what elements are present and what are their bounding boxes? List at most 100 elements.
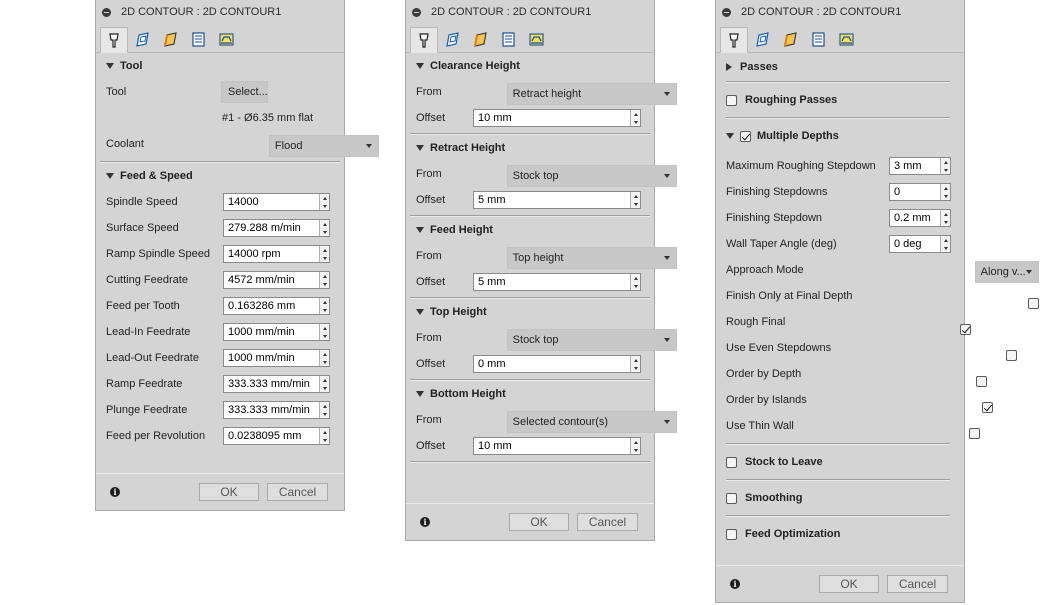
- option-checkbox[interactable]: [1027, 297, 1039, 309]
- feed-row: Cutting Feedrate 4572 mm/min: [96, 267, 344, 293]
- section-tool-header[interactable]: Tool: [96, 53, 344, 79]
- numeric-input[interactable]: 0.163286 mm: [223, 297, 330, 315]
- spinner[interactable]: [319, 272, 329, 288]
- numeric-input[interactable]: 333.333 mm/min: [223, 375, 330, 393]
- tab-tool[interactable]: [100, 27, 128, 53]
- roughing-passes-toggle[interactable]: Roughing Passes: [716, 83, 964, 117]
- spinner[interactable]: [630, 438, 640, 454]
- numeric-input[interactable]: 1000 mm/min: [223, 349, 330, 367]
- collapse-dialog-icon[interactable]: [102, 7, 111, 17]
- numeric-input[interactable]: 0 mm: [473, 355, 641, 373]
- tab-heights[interactable]: [156, 26, 184, 52]
- collapse-dialog-icon[interactable]: [722, 7, 731, 17]
- smoothing-toggle[interactable]: Smoothing: [716, 481, 964, 515]
- numeric-input[interactable]: 0.0238095 mm: [223, 427, 330, 445]
- option-checkbox[interactable]: [968, 427, 980, 439]
- ok-button[interactable]: OK: [819, 575, 879, 593]
- spinner[interactable]: [319, 350, 329, 366]
- spinner[interactable]: [630, 110, 640, 126]
- ok-button[interactable]: OK: [199, 483, 259, 501]
- finishing-stepdowns-input[interactable]: 0: [889, 183, 951, 201]
- roughing-passes-checkbox[interactable]: [726, 94, 737, 106]
- ok-button[interactable]: OK: [509, 513, 569, 531]
- numeric-input[interactable]: 14000: [223, 193, 330, 211]
- option-checkbox[interactable]: [1006, 349, 1018, 361]
- numeric-input[interactable]: 10 mm: [473, 109, 641, 127]
- from-dropdown[interactable]: Retract height: [506, 83, 677, 105]
- coolant-dropdown[interactable]: Flood: [268, 135, 379, 157]
- spinner[interactable]: [319, 376, 329, 392]
- tab-tool[interactable]: [410, 27, 438, 53]
- info-icon[interactable]: i: [730, 579, 740, 589]
- collapse-dialog-icon[interactable]: [412, 7, 421, 17]
- spinner[interactable]: [630, 356, 640, 372]
- spinner[interactable]: [630, 274, 640, 290]
- section-passes-header[interactable]: Passes: [716, 53, 964, 81]
- spinner[interactable]: [319, 402, 329, 418]
- height-section-header[interactable]: Clearance Height: [406, 53, 654, 79]
- field-value: 1000 mm/min: [228, 326, 295, 338]
- from-dropdown[interactable]: Top height: [506, 247, 677, 269]
- option-checkbox[interactable]: [960, 323, 972, 335]
- multiple-depths-checkbox[interactable]: [740, 130, 751, 142]
- spinner[interactable]: [319, 246, 329, 262]
- tab-geometry[interactable]: [128, 26, 156, 52]
- select-tool-button[interactable]: Select...: [221, 81, 268, 103]
- tab-linking[interactable]: [212, 26, 240, 52]
- numeric-input[interactable]: 14000 rpm: [223, 245, 330, 263]
- spinner[interactable]: [319, 324, 329, 340]
- tab-heights[interactable]: [776, 26, 804, 52]
- info-icon[interactable]: i: [110, 487, 120, 497]
- tab-geometry[interactable]: [438, 26, 466, 52]
- numeric-input[interactable]: 10 mm: [473, 437, 641, 455]
- stock-to-leave-checkbox[interactable]: [726, 456, 737, 468]
- height-section-header[interactable]: Retract Height: [406, 135, 654, 161]
- approach-mode-dropdown[interactable]: Along v...: [974, 261, 1039, 283]
- spinner[interactable]: [940, 236, 950, 252]
- numeric-input[interactable]: 5 mm: [473, 273, 641, 291]
- tab-passes[interactable]: [804, 26, 832, 52]
- height-section-header[interactable]: Top Height: [406, 299, 654, 325]
- cancel-button[interactable]: Cancel: [577, 513, 638, 531]
- tab-linking[interactable]: [522, 26, 550, 52]
- numeric-input[interactable]: 333.333 mm/min: [223, 401, 330, 419]
- tab-geometry[interactable]: [748, 26, 776, 52]
- numeric-input[interactable]: 4572 mm/min: [223, 271, 330, 289]
- max-roughing-stepdown-input[interactable]: 3 mm: [889, 157, 951, 175]
- from-dropdown[interactable]: Stock top: [506, 165, 677, 187]
- info-icon[interactable]: i: [420, 517, 430, 527]
- feed-optimization-checkbox[interactable]: [726, 528, 737, 540]
- spinner[interactable]: [940, 158, 950, 174]
- from-dropdown[interactable]: Selected contour(s): [506, 411, 677, 433]
- smoothing-checkbox[interactable]: [726, 492, 737, 504]
- wall-taper-input[interactable]: 0 deg: [889, 235, 951, 253]
- height-section-header[interactable]: Feed Height: [406, 217, 654, 243]
- tab-tool[interactable]: [720, 27, 748, 53]
- finishing-stepdown-input[interactable]: 0.2 mm: [889, 209, 951, 227]
- feed-optimization-toggle[interactable]: Feed Optimization: [716, 517, 964, 551]
- tab-linking[interactable]: [832, 26, 860, 52]
- cancel-button[interactable]: Cancel: [267, 483, 328, 501]
- numeric-input[interactable]: 1000 mm/min: [223, 323, 330, 341]
- section-feed-speed-header[interactable]: Feed & Speed: [96, 163, 344, 189]
- offset-row: Offset 5 mm: [406, 187, 654, 213]
- stock-to-leave-toggle[interactable]: Stock to Leave: [716, 445, 964, 479]
- tab-passes[interactable]: [184, 26, 212, 52]
- spinner[interactable]: [319, 194, 329, 210]
- option-checkbox[interactable]: [976, 375, 988, 387]
- from-dropdown[interactable]: Stock top: [506, 329, 677, 351]
- height-section-header[interactable]: Bottom Height: [406, 381, 654, 407]
- numeric-input[interactable]: 279.288 m/min: [223, 219, 330, 237]
- spinner[interactable]: [630, 192, 640, 208]
- option-checkbox[interactable]: [981, 401, 993, 413]
- tab-passes[interactable]: [494, 26, 522, 52]
- cancel-button[interactable]: Cancel: [887, 575, 948, 593]
- numeric-input[interactable]: 5 mm: [473, 191, 641, 209]
- spinner[interactable]: [319, 220, 329, 236]
- multiple-depths-header[interactable]: Multiple Depths: [716, 119, 964, 153]
- tab-heights[interactable]: [466, 26, 494, 52]
- spinner[interactable]: [319, 428, 329, 444]
- spinner[interactable]: [319, 298, 329, 314]
- spinner[interactable]: [940, 184, 950, 200]
- spinner[interactable]: [940, 210, 950, 226]
